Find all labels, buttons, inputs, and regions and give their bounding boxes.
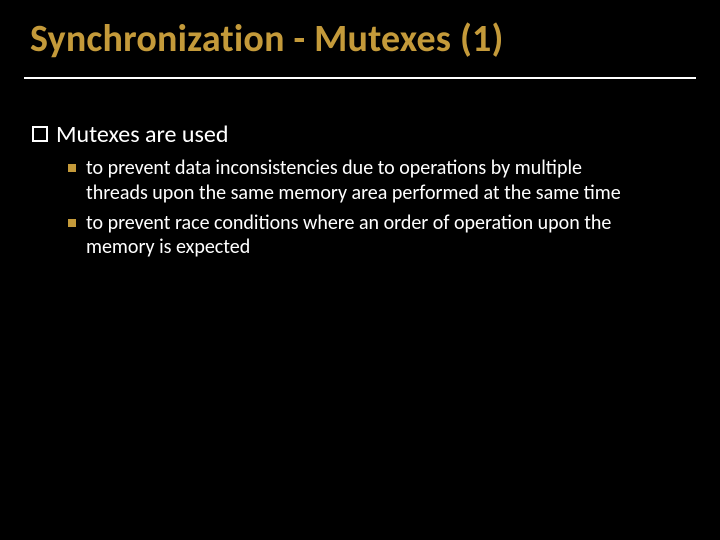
filled-square-icon: [68, 219, 76, 227]
list-item: to prevent race conditions where an orde…: [68, 211, 688, 260]
sub-bullet-list: to prevent data inconsistencies due to o…: [68, 156, 688, 260]
sub-bullet-text: to prevent race conditions where an orde…: [86, 211, 646, 260]
title-wrap: Synchronization - Mutexes (1): [24, 18, 696, 65]
filled-square-icon: [68, 164, 76, 172]
bullet-level1: Mutexes are used: [32, 121, 688, 149]
sub-bullet-text: to prevent data inconsistencies due to o…: [86, 156, 646, 205]
slide-title: Synchronization - Mutexes (1): [30, 18, 690, 61]
list-item: to prevent data inconsistencies due to o…: [68, 156, 688, 205]
slide-body: Mutexes are used to prevent data inconsi…: [24, 79, 696, 260]
slide: Synchronization - Mutexes (1) Mutexes ar…: [0, 0, 720, 540]
bullet-level1-text: Mutexes are used: [56, 121, 228, 149]
hollow-square-icon: [32, 126, 48, 142]
